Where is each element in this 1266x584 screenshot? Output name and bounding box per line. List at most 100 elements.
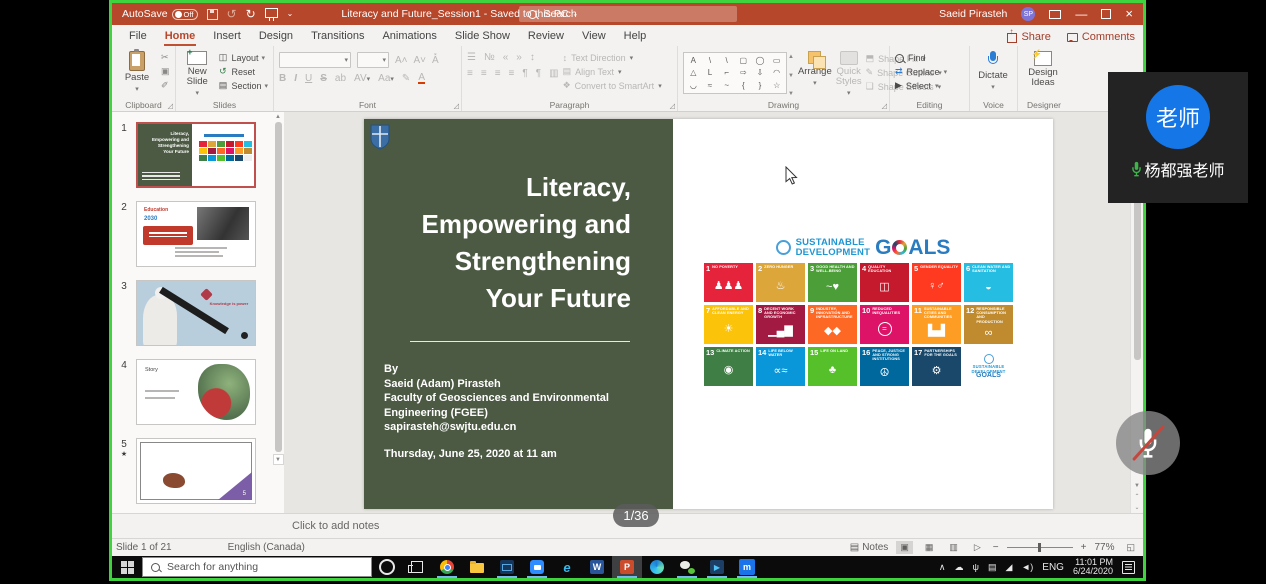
thumbnail-preview[interactable]: 5 <box>136 438 256 504</box>
underline-button[interactable]: U <box>305 73 312 84</box>
thumbnail-preview[interactable]: Education2030 <box>136 201 256 267</box>
shapes-up-icon[interactable]: ▲ <box>788 54 794 60</box>
increase-indent-button[interactable]: » <box>516 52 522 63</box>
tab-help[interactable]: Help <box>615 28 656 46</box>
shape-glyph-8-icon[interactable]: L <box>708 68 712 77</box>
shape-glyph-11-icon[interactable]: ⇩ <box>757 68 764 77</box>
shape-glyph-5-icon[interactable]: ◯ <box>756 56 765 65</box>
find-button[interactable]: Find <box>895 53 947 63</box>
internet-explorer-icon[interactable]: e <box>552 556 582 578</box>
text-shadow-button[interactable]: ab <box>335 73 346 84</box>
user-avatar[interactable]: SP <box>1021 7 1035 21</box>
shapes-gallery[interactable]: A\\▢◯▭△L⌐⇨⇩◠◡≈~{}☆ <box>683 52 787 94</box>
shape-glyph-7-icon[interactable]: △ <box>690 68 696 77</box>
shapes-down-icon[interactable]: ▼ <box>788 73 794 79</box>
shape-glyph-17-icon[interactable]: } <box>759 81 762 90</box>
italic-button[interactable]: I <box>294 73 297 84</box>
design-ideas-button[interactable]: Design Ideas <box>1023 49 1063 99</box>
next-slide-button[interactable]: ⌄ <box>1132 502 1142 513</box>
onedrive-cloud-icon[interactable]: ☁ <box>955 562 964 573</box>
decrease-indent-button[interactable]: « <box>503 52 509 63</box>
tray-mic-icon[interactable]: ψ <box>973 562 979 572</box>
normal-view-button[interactable]: ▣ <box>896 541 913 554</box>
cut-button[interactable]: ✂ <box>161 52 170 63</box>
format-painter-button[interactable]: ✐ <box>161 80 170 91</box>
convert-smartart-button[interactable]: ❖Convert to SmartArt▾ <box>563 80 662 91</box>
word-icon[interactable]: W <box>582 556 612 578</box>
save-icon[interactable] <box>207 9 218 20</box>
new-slide-button[interactable]: New Slide ▾ <box>181 49 213 99</box>
restore-button[interactable] <box>1101 9 1111 19</box>
tab-view[interactable]: View <box>573 28 615 46</box>
shape-glyph-3-icon[interactable]: \ <box>726 56 728 65</box>
taskbar-clock[interactable]: 11:01 PM 6/24/2020 <box>1073 558 1113 577</box>
language-indicator[interactable]: ENG <box>1042 562 1064 573</box>
tab-file[interactable]: File <box>120 28 156 46</box>
replace-button[interactable]: ⇄Replace▾ <box>895 66 947 77</box>
autosave-switch[interactable]: Off <box>172 9 198 20</box>
comments-button[interactable]: Comments <box>1067 31 1135 43</box>
zoom-in-button[interactable]: + <box>1081 542 1087 553</box>
previous-slide-button[interactable]: ⌃ <box>1132 491 1142 502</box>
tab-transitions[interactable]: Transitions <box>302 28 373 46</box>
paste-button[interactable]: Paste ▾ <box>117 49 157 99</box>
character-spacing-button[interactable]: AV▾ <box>354 73 370 84</box>
drawing-dialog-launcher[interactable]: ◿ <box>882 102 887 110</box>
tab-slide-show[interactable]: Slide Show <box>446 28 519 46</box>
zoom-out-button[interactable]: − <box>993 542 999 553</box>
ltr-button[interactable]: ¶ <box>522 68 527 79</box>
tab-insert[interactable]: Insert <box>204 28 250 46</box>
text-direction-button[interactable]: ↕Text Direction▾ <box>563 53 662 63</box>
notes-toggle-button[interactable]: ▤Notes <box>850 542 889 553</box>
font-dialog-launcher[interactable]: ◿ <box>454 102 459 110</box>
copy-button[interactable]: ▣ <box>161 66 170 77</box>
language-status[interactable]: English (Canada) <box>228 542 305 553</box>
undo-icon[interactable]: ↺ <box>227 8 237 20</box>
thumb-scroll-down-icon[interactable]: ▼ <box>273 454 284 465</box>
slide-canvas[interactable]: Literacy, Empowering and Strengthening Y… <box>364 119 1053 509</box>
start-button[interactable] <box>112 556 142 578</box>
video-player-icon[interactable]: ▶ <box>702 556 732 578</box>
align-center-button[interactable]: ≡ <box>481 68 487 79</box>
slide-thumbnail-2[interactable]: 2Education2030 <box>112 201 284 267</box>
change-case-button[interactable]: Aa▾ <box>378 73 394 84</box>
quick-styles-button[interactable]: Quick Styles ▾ <box>836 49 862 99</box>
shape-glyph-4-icon[interactable]: ▢ <box>740 56 748 65</box>
reset-button[interactable]: ↺Reset <box>217 66 268 77</box>
highlight-button[interactable]: ✎ <box>402 73 410 84</box>
section-button[interactable]: ▤Section▾ <box>217 80 268 91</box>
reading-view-button[interactable]: ▥ <box>945 541 962 554</box>
slide-sorter-view-button[interactable]: ▦ <box>921 541 938 554</box>
classin-icon[interactable]: m <box>732 556 762 578</box>
teacher-video-tile[interactable]: 老师 杨都强老师 <box>1108 72 1248 203</box>
customize-qat-icon[interactable]: ⌄ <box>287 8 294 20</box>
shape-glyph-18-icon[interactable]: ☆ <box>773 81 780 90</box>
task-view-button[interactable] <box>402 556 432 578</box>
thumb-scroll-up-icon[interactable]: ▲ <box>275 114 281 120</box>
remote-desktop-icon[interactable] <box>492 556 522 578</box>
columns-button[interactable]: ▥ <box>549 68 558 79</box>
slideshow-view-button[interactable]: ▷ <box>970 541 985 554</box>
shapes-gallery-scroll[interactable]: ▲▼▼ <box>788 52 794 99</box>
tab-animations[interactable]: Animations <box>373 28 445 46</box>
align-text-button[interactable]: ▤Align Text▾ <box>563 66 662 77</box>
ribbon-display-options-icon[interactable] <box>1049 10 1061 19</box>
tab-review[interactable]: Review <box>519 28 573 46</box>
shape-glyph-15-icon[interactable]: ~ <box>724 81 729 90</box>
autosave-toggle[interactable]: AutoSave Off <box>122 8 198 20</box>
search-box[interactable]: Search <box>519 6 737 22</box>
minimize-button[interactable]: — <box>1075 8 1087 20</box>
thumb-scroll-thumb[interactable] <box>275 122 282 452</box>
slide-thumbnail-1[interactable]: 1Literacy,Empowering andStrengtheningYou… <box>112 122 284 188</box>
shape-glyph-2-icon[interactable]: \ <box>709 56 711 65</box>
cortana-button[interactable] <box>372 556 402 578</box>
strikethrough-button[interactable]: S <box>320 73 327 84</box>
tab-design[interactable]: Design <box>250 28 302 46</box>
slide-thumbnail-3[interactable]: 3Knowledge is power <box>112 280 284 346</box>
volume-icon[interactable]: ◄) <box>1021 562 1033 572</box>
tab-home[interactable]: Home <box>156 28 205 46</box>
file-explorer-icon[interactable] <box>462 556 492 578</box>
user-name[interactable]: Saeid Pirasteh <box>939 8 1007 20</box>
edge-icon[interactable] <box>642 556 672 578</box>
numbering-button[interactable]: № <box>484 52 495 63</box>
